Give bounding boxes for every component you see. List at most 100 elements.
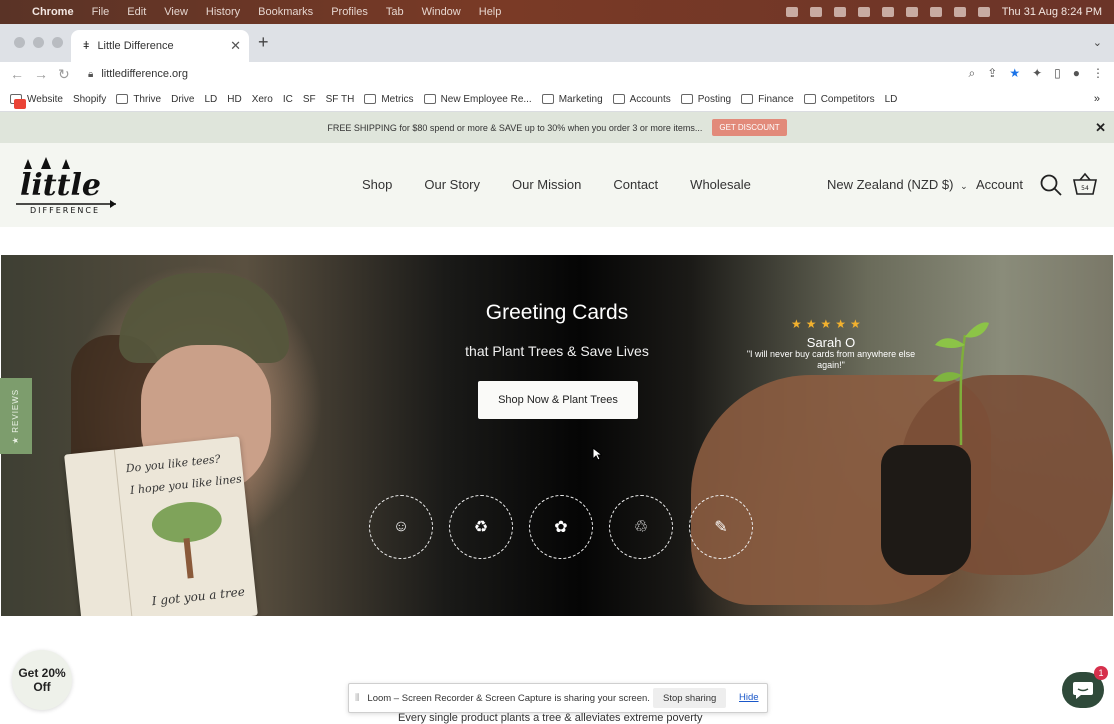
tab-search-icon[interactable]: ⌄: [1093, 36, 1102, 49]
zoom-window-button[interactable]: [52, 37, 63, 48]
menu-dots-icon[interactable]: ⋮: [1092, 66, 1104, 81]
seedling-pot-image: [881, 445, 971, 575]
bookmark-star-icon[interactable]: ★: [1009, 66, 1020, 81]
little-difference-logo[interactable]: little DIFFERENCE: [14, 155, 120, 215]
bookmark-new-employee[interactable]: New Employee Re...: [423, 94, 532, 105]
close-icon[interactable]: ✕: [1095, 120, 1106, 136]
bluetooth-icon[interactable]: [881, 7, 894, 17]
hero-banner: Do you like tees? I hope you like lines …: [1, 255, 1113, 616]
clock[interactable]: Thu 31 Aug 8:24 PM: [1002, 6, 1102, 18]
bookmark-finance[interactable]: Finance: [741, 94, 794, 105]
nav-shop[interactable]: Shop: [362, 177, 392, 192]
bookmark-shopify[interactable]: Shopify: [14, 94, 106, 109]
region-label: New Zealand (NZD $): [827, 177, 954, 192]
menu-window[interactable]: Window: [422, 6, 461, 18]
menu-history[interactable]: History: [206, 6, 240, 18]
minimize-window-button[interactable]: [33, 37, 44, 48]
cart-basket-icon[interactable]: 54: [1072, 172, 1098, 196]
tree-planted-badge-icon: ✿: [529, 495, 593, 559]
folder-icon: [364, 94, 377, 104]
status-icon[interactable]: [833, 7, 846, 17]
status-icon[interactable]: [785, 7, 798, 17]
get-discount-button[interactable]: GET DISCOUNT: [712, 119, 787, 136]
chat-widget-button[interactable]: 1: [1062, 666, 1108, 708]
bookmark-competitors[interactable]: Competitors: [803, 94, 875, 105]
main-nav: Shop Our Story Our Mission Contact Whole…: [362, 177, 783, 192]
search-icon[interactable]: [953, 7, 966, 17]
menu-edit[interactable]: Edit: [127, 6, 146, 18]
back-icon[interactable]: ←: [10, 66, 24, 82]
bookmark-sf[interactable]: SF: [14, 94, 316, 109]
recycled-badge-icon: ♲: [609, 495, 673, 559]
bookmark-metrics[interactable]: Metrics: [364, 94, 414, 105]
nav-contact[interactable]: Contact: [613, 177, 658, 192]
bookmark-accounts[interactable]: Accounts: [612, 94, 671, 105]
bookmark-hd[interactable]: HD: [14, 94, 242, 109]
menu-profiles[interactable]: Profiles: [331, 6, 368, 18]
discount-popup-button[interactable]: Get 20% Off: [12, 650, 72, 710]
more-bookmarks-icon[interactable]: »: [1094, 93, 1100, 105]
bookmark-gmail-ld[interactable]: LD: [14, 94, 897, 109]
share-icon[interactable]: ⇪: [987, 66, 997, 81]
side-panel-icon[interactable]: ▯: [1054, 66, 1061, 81]
lock-icon[interactable]: 🔒︎: [88, 69, 93, 80]
bookmark-sf-th[interactable]: SF TH: [14, 94, 354, 109]
stop-sharing-button[interactable]: Stop sharing: [653, 688, 727, 708]
promo-banner: FREE SHIPPING for $80 spend or more & SA…: [0, 112, 1114, 143]
value-badges: ☺ ♻ ✿ ♲ ✎: [369, 495, 753, 559]
window-controls: [14, 37, 63, 48]
volume-icon[interactable]: [857, 7, 870, 17]
bookmark-ic[interactable]: IC: [14, 94, 293, 109]
address-bar-row: ← → ↻ 🔒︎ littledifference.org ⌕ ⇪ ★ ✦ ▯ …: [0, 62, 1114, 87]
region-selector[interactable]: New Zealand (NZD $) ⌄: [827, 177, 968, 192]
bookmark-posting[interactable]: Posting: [680, 94, 731, 105]
menu-help[interactable]: Help: [479, 6, 502, 18]
browser-tab[interactable]: ǂ Little Difference ✕: [71, 30, 249, 62]
reviews-side-tab[interactable]: ★ REVIEWS: [0, 378, 32, 454]
toolbar-icons: ⌕ ⇪ ★ ✦ ▯ ● ⋮: [969, 66, 1104, 81]
bookmark-xero[interactable]: Xero: [14, 94, 273, 109]
close-tab-icon[interactable]: ✕: [230, 38, 241, 54]
wifi-icon[interactable]: [929, 7, 942, 17]
review-stars: ★★★★★: [791, 317, 865, 331]
logo-subtitle: DIFFERENCE: [30, 206, 100, 215]
status-icons: Thu 31 Aug 8:24 PM: [785, 0, 1102, 24]
menu-file[interactable]: File: [92, 6, 110, 18]
menu-app-name[interactable]: Chrome: [32, 6, 74, 18]
tab-title: Little Difference: [97, 40, 174, 52]
promo-text: FREE SHIPPING for $80 spend or more & SA…: [327, 122, 703, 133]
reload-icon[interactable]: ↻: [58, 66, 70, 83]
search-icon[interactable]: [1040, 174, 1062, 196]
status-icon[interactable]: [809, 7, 822, 17]
url-bar[interactable]: 🔒︎ littledifference.org: [80, 63, 1020, 85]
control-center-icon[interactable]: [977, 7, 990, 17]
account-link[interactable]: Account: [976, 177, 1023, 192]
chevron-down-icon: ⌄: [960, 181, 968, 191]
profile-icon[interactable]: ●: [1073, 66, 1080, 81]
nav-wholesale[interactable]: Wholesale: [690, 177, 751, 192]
drag-handle-icon[interactable]: ⦀: [355, 693, 359, 704]
review-quote: "I will never buy cards from anywhere el…: [746, 349, 916, 370]
bookmark-thrive[interactable]: Thrive: [116, 94, 161, 105]
extensions-icon[interactable]: ✦: [1032, 66, 1042, 81]
favicon-icon: ǂ: [83, 40, 90, 52]
forward-icon[interactable]: →: [34, 66, 48, 82]
compostable-badge-icon: ♻: [449, 495, 513, 559]
menu-tab[interactable]: Tab: [386, 6, 404, 18]
menu-view[interactable]: View: [164, 6, 188, 18]
hide-link[interactable]: Hide: [739, 692, 759, 703]
bookmark-marketing[interactable]: Marketing: [541, 94, 603, 105]
zoom-icon[interactable]: ⌕: [969, 66, 976, 81]
folder-icon: [541, 94, 554, 104]
new-tab-icon[interactable]: +: [258, 32, 269, 53]
gmail-icon: [14, 99, 26, 109]
shop-now-button[interactable]: Shop Now & Plant Trees: [478, 381, 638, 419]
menu-bookmarks[interactable]: Bookmarks: [258, 6, 313, 18]
url-text[interactable]: littledifference.org: [101, 68, 188, 80]
nav-our-mission[interactable]: Our Mission: [512, 177, 581, 192]
nav-our-story[interactable]: Our Story: [424, 177, 480, 192]
bookmark-drive[interactable]: Drive: [14, 94, 194, 109]
bookmark-ld[interactable]: LD: [14, 94, 217, 109]
battery-icon[interactable]: [905, 7, 918, 17]
close-window-button[interactable]: [14, 37, 25, 48]
